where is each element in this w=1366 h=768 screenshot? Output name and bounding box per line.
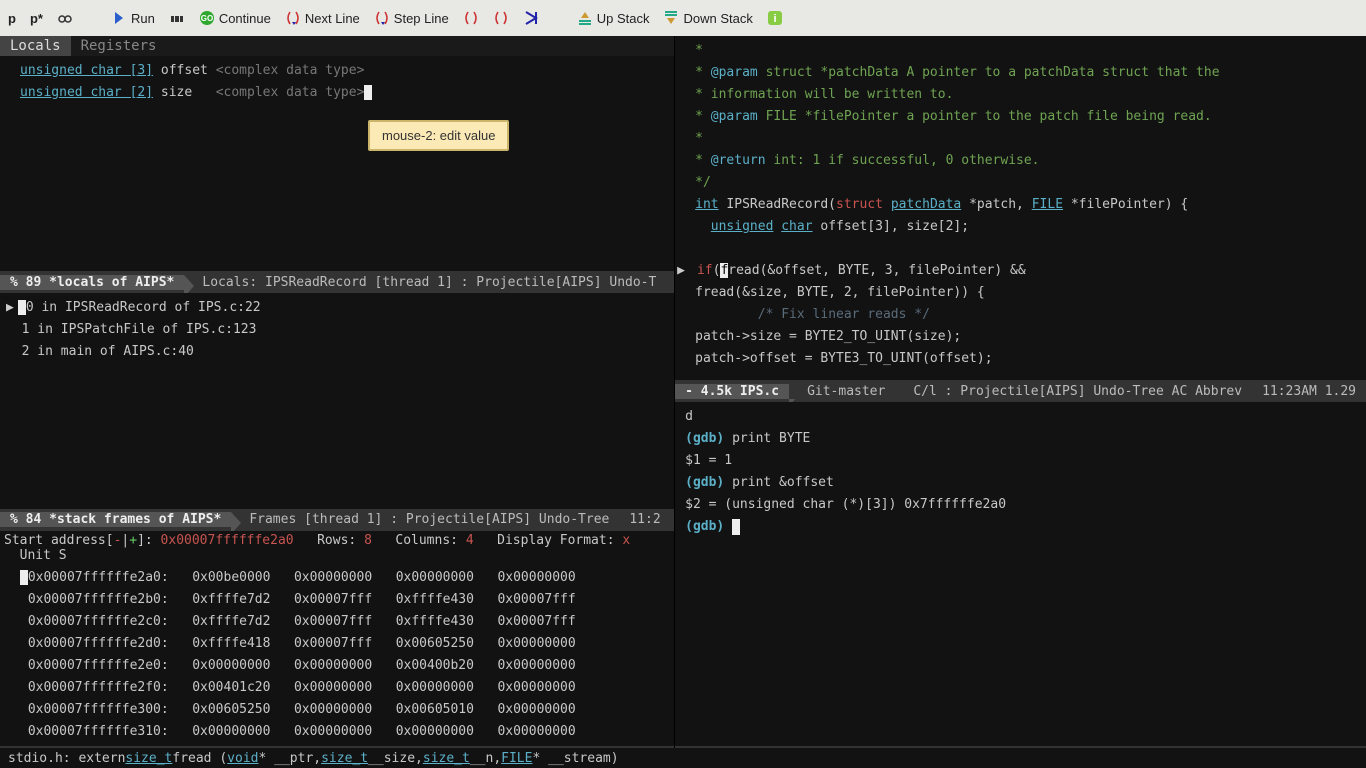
mem-cols-label: Columns: <box>395 533 458 548</box>
mem-rows[interactable]: 8 <box>364 533 372 548</box>
eldoc-text: stdio.h: extern <box>8 751 125 766</box>
current-frame-icon: ▶ <box>6 297 18 319</box>
stack-frame[interactable]: 1 in IPSPatchFile of IPS.c:123 <box>6 319 674 341</box>
mem-fmt[interactable]: x <box>622 533 630 548</box>
binoculars-icon[interactable] <box>57 10 73 26</box>
local-value[interactable]: <complex data type> <box>216 85 365 100</box>
next-label: Next Line <box>305 11 360 26</box>
memory-rows: 0x00007ffffffe2a0: 0x00be0000 0x00000000… <box>0 565 674 745</box>
gdb-cmd: print &offset <box>724 475 834 490</box>
step-back-icon[interactable] <box>493 10 509 26</box>
source-pane[interactable]: * * @param struct *patchData A pointer t… <box>675 36 1366 380</box>
finish-icon[interactable] <box>523 10 539 26</box>
gdb-prompt: (gdb) <box>685 519 724 534</box>
ml-info: Locals: IPSReadRecord [thread 1] : Proje… <box>184 275 666 290</box>
ml-buf: *stack frames of AIPS* <box>49 512 221 527</box>
locals-tabs: Locals Registers <box>0 36 674 56</box>
run-button[interactable]: Run <box>111 10 155 26</box>
continue-button[interactable]: GO Continue <box>199 10 271 26</box>
modeline-source: - 4.5k IPS.c Git-master C/l : Projectile… <box>675 380 1366 402</box>
next-button[interactable]: Next Line <box>285 10 360 26</box>
step-out-icon[interactable] <box>463 10 479 26</box>
mem-cols[interactable]: 4 <box>466 533 474 548</box>
gud-pane[interactable]: d (gdb) print BYTE $1 = 1 (gdb) print &o… <box>675 402 1366 746</box>
local-name: offset <box>161 63 208 78</box>
mem-plus[interactable]: + <box>129 533 137 548</box>
local-name: size <box>161 85 192 100</box>
memory-row: 0x00007ffffffe300: 0x00605250 0x00000000… <box>20 699 674 721</box>
debugger-toolbar: p p* Run GOContinue Next Line Step Line … <box>0 0 1366 36</box>
locals-pane[interactable]: unsigned char [3] offset <complex data t… <box>0 56 674 271</box>
memory-row: 0x00007ffffffe2f0: 0x00401c20 0x00000000… <box>20 677 674 699</box>
gdb-cmd: print BYTE <box>724 431 810 446</box>
run-label: Run <box>131 11 155 26</box>
step-button[interactable]: Step Line <box>374 10 449 26</box>
mem-start-addr[interactable]: 0x00007ffffffe2a0 <box>161 533 294 548</box>
ml-info: Frames [thread 1] : Projectile[AIPS] Und… <box>231 512 619 527</box>
ml-git: Git-master <box>789 384 895 399</box>
ml-pct: % 84 <box>10 512 41 527</box>
memory-row: 0x00007ffffffe2e0: 0x00000000 0x00000000… <box>20 655 674 677</box>
modeline-stack: % 84 *stack frames of AIPS* Frames [thre… <box>0 509 674 531</box>
memory-row: 0x00007ffffffe2c0: 0xffffe7d2 0x00007fff… <box>20 611 674 633</box>
memory-row: 0x00007ffffffe2b0: 0xffffe7d2 0x00007fff… <box>20 589 674 611</box>
local-value[interactable]: <complex data type> <box>216 63 365 78</box>
stack-frame[interactable]: 2 in main of AIPS.c:40 <box>6 341 674 363</box>
mem-unit-label: Unit S <box>20 548 67 563</box>
mem-fmt-label: Display Format: <box>497 533 614 548</box>
mem-rows-label: Rows: <box>317 533 356 548</box>
memory-pane[interactable]: Start address[-|+]: 0x00007ffffffe2a0 Ro… <box>0 531 674 746</box>
stop-button[interactable] <box>169 10 185 26</box>
up-stack-button[interactable]: Up Stack <box>577 10 650 26</box>
gdb-prompt: (gdb) <box>685 475 724 490</box>
modeline-locals: % 89 *locals of AIPS* Locals: IPSReadRec… <box>0 271 674 293</box>
gdb-output: $2 = (unsigned char (*)[3]) 0x7ffffffe2a… <box>685 494 1356 516</box>
p-icon[interactable]: p <box>8 11 16 26</box>
local-type: unsigned char [2] <box>20 85 153 100</box>
mem-minus[interactable]: - <box>114 533 122 548</box>
mem-start-label: Start address <box>4 533 106 548</box>
step-label: Step Line <box>394 11 449 26</box>
continue-label: Continue <box>219 11 271 26</box>
memory-row: 0x00007ffffffe310: 0x00000000 0x00000000… <box>20 721 674 743</box>
down-stack-label: Down Stack <box>683 11 752 26</box>
edit-value-tooltip: mouse-2: edit value <box>368 120 509 151</box>
tab-locals[interactable]: Locals <box>0 36 71 56</box>
tab-registers[interactable]: Registers <box>71 36 167 56</box>
stack-frames-pane[interactable]: ▶ 0 in IPSReadRecord of IPS.c:22 1 in IP… <box>0 293 674 508</box>
p-star-icon[interactable]: p* <box>30 11 43 26</box>
gdb-prompt: (gdb) <box>685 431 724 446</box>
svg-text:i: i <box>773 13 776 25</box>
ml-pct: % 89 <box>10 275 41 290</box>
info-icon[interactable]: i <box>767 10 783 26</box>
minibuffer[interactable]: stdio.h: extern size_t fread (void* __pt… <box>0 748 1366 768</box>
ml-time: 11:2 <box>619 512 670 527</box>
memory-row: 0x00007ffffffe2a0: 0x00be0000 0x00000000… <box>20 567 674 589</box>
down-stack-button[interactable]: Down Stack <box>663 10 752 26</box>
gud-line: d <box>685 406 1356 428</box>
local-type: unsigned char [3] <box>20 63 153 78</box>
cursor <box>732 519 740 535</box>
stack-frame[interactable]: ▶ 0 in IPSReadRecord of IPS.c:22 <box>6 297 674 319</box>
current-line-icon: ▶ <box>677 260 689 282</box>
ml-buf: *locals of AIPS* <box>49 275 174 290</box>
gdb-output: $1 = 1 <box>685 450 1356 472</box>
src-line: * <box>695 40 1346 62</box>
memory-row: 0x00007ffffffe2d0: 0xffffe418 0x00007fff… <box>20 633 674 655</box>
up-stack-label: Up Stack <box>597 11 650 26</box>
svg-text:GO: GO <box>201 14 213 23</box>
